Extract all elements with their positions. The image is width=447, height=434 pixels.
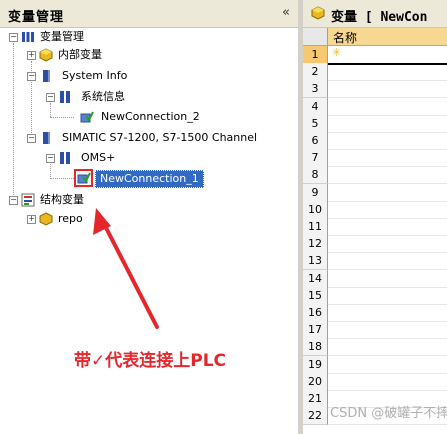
name-cell[interactable] <box>328 166 447 185</box>
tree-item-internal-variables[interactable]: + 内部变量 <box>0 46 298 64</box>
row-number[interactable]: 22 <box>303 407 328 426</box>
row-number[interactable]: 15 <box>303 286 328 305</box>
variable-group-icon <box>22 32 34 42</box>
struct-variables-icon <box>21 193 35 207</box>
tree-item-system-info[interactable]: − System Info <box>0 67 298 85</box>
name-cell[interactable] <box>328 132 447 150</box>
row-number[interactable]: 12 <box>303 235 328 254</box>
selected-item-label: NewConnection_1 <box>95 170 204 188</box>
name-cell[interactable] <box>328 270 447 288</box>
name-cell[interactable]: ✳ <box>328 46 447 65</box>
panel-title: 变量管理 <box>8 10 65 25</box>
table-title: 变量 [ NewCon <box>331 10 428 25</box>
internal-variables-icon <box>39 48 53 62</box>
row-number[interactable]: 4 <box>303 97 328 116</box>
tree-item-simatic-channel[interactable]: − SIMATIC S7-1200, S7-1500 Channel <box>0 129 298 147</box>
collapse-toggle-icon[interactable]: − <box>27 134 36 143</box>
row-number[interactable]: 17 <box>303 321 328 340</box>
tree-item-root[interactable]: − 变量管理 <box>0 28 298 46</box>
name-cell[interactable] <box>328 235 447 254</box>
tree-item-label: OMS+ <box>81 151 116 164</box>
row-number[interactable]: 16 <box>303 304 328 322</box>
row-number[interactable]: 9 <box>303 183 328 202</box>
name-cell[interactable] <box>328 201 447 219</box>
tree-item-newconnection-2[interactable]: NewConnection_2 <box>0 108 298 126</box>
connection-icon <box>80 111 94 123</box>
row-number[interactable]: 1 <box>303 46 328 64</box>
connection-group-icon <box>60 152 70 164</box>
watermark: CSDN @破罐子不摔 <box>330 406 447 421</box>
name-cell[interactable] <box>328 115 447 133</box>
name-cell[interactable] <box>328 356 447 374</box>
row-number[interactable]: 21 <box>303 390 328 408</box>
tree-item-label: 结构变量 <box>40 193 84 206</box>
tree-item-struct-variables[interactable]: − 结构变量 <box>0 191 298 209</box>
tree-item-label: System Info <box>62 69 128 82</box>
panel-header: 变量管理 « <box>0 0 298 28</box>
connected-icon <box>77 172 91 184</box>
new-row-icon: ✳ <box>332 46 342 59</box>
tree-item-label: 系统信息 <box>81 90 125 103</box>
name-cell[interactable] <box>328 98 447 116</box>
collapse-toggle-icon[interactable]: − <box>46 93 55 102</box>
name-cell[interactable] <box>328 287 447 305</box>
name-cell[interactable] <box>328 184 447 202</box>
column-header-row: 名称 <box>303 28 447 46</box>
row-number[interactable]: 11 <box>303 218 328 236</box>
collapse-toggle-icon[interactable]: − <box>9 196 18 205</box>
collapse-button[interactable]: « <box>282 5 290 20</box>
row-number[interactable]: 5 <box>303 114 328 133</box>
name-cell[interactable] <box>328 149 447 168</box>
collapse-toggle-icon[interactable]: − <box>9 33 18 42</box>
row-number[interactable]: 6 <box>303 132 328 150</box>
name-cell[interactable] <box>328 373 447 391</box>
name-cell[interactable] <box>328 304 447 322</box>
connection-group-icon <box>60 91 70 103</box>
tree-item-label: SIMATIC S7-1200, S7-1500 Channel <box>62 131 258 144</box>
tree-item-label: NewConnection_2 <box>101 110 200 123</box>
row-number[interactable]: 18 <box>303 338 328 357</box>
collapse-toggle-icon[interactable]: − <box>27 72 36 81</box>
name-cell[interactable] <box>328 252 447 271</box>
name-cell[interactable] <box>328 63 447 82</box>
row-number[interactable]: 8 <box>303 166 328 185</box>
tree-item-repo[interactable]: + repo <box>0 210 298 228</box>
struct-type-icon <box>39 212 53 226</box>
name-cell[interactable] <box>328 338 447 357</box>
row-number[interactable]: 2 <box>303 63 328 82</box>
collapse-toggle-icon[interactable]: − <box>46 154 55 163</box>
expand-toggle-icon[interactable]: + <box>27 215 36 224</box>
row-number[interactable]: 20 <box>303 372 328 391</box>
row-number[interactable]: 10 <box>303 200 328 219</box>
name-cell[interactable] <box>328 321 447 340</box>
tree-item-label: 内部变量 <box>58 48 102 61</box>
channel-icon <box>43 70 50 82</box>
expand-toggle-icon[interactable]: + <box>27 51 36 60</box>
channel-icon <box>43 132 50 144</box>
name-cell[interactable] <box>328 218 447 236</box>
corner-cell[interactable] <box>303 28 328 45</box>
tree-item-newconnection-1[interactable]: NewConnection_1 <box>0 169 298 188</box>
variable-management-panel: 变量管理 « − 变量管理 + 内部变量 − System Info − 系统信… <box>0 0 299 434</box>
annotation-text: 带✓代表连接上PLC <box>74 351 227 371</box>
column-header-name[interactable]: 名称 <box>333 29 357 46</box>
row-number[interactable]: 7 <box>303 149 328 168</box>
table-header-bar: 变量 [ NewCon <box>303 0 447 28</box>
tree-item-oms[interactable]: − OMS+ <box>0 149 298 167</box>
row-number[interactable]: 13 <box>303 252 328 271</box>
name-cell[interactable] <box>328 80 447 99</box>
variables-icon <box>311 6 325 20</box>
variable-table-panel: 变量 [ NewCon 名称 1 ✳ 2 3 4 5 6 7 8 9 10 11 12 13 14 15 16 1… <box>303 0 447 434</box>
tree-item-label: 变量管理 <box>40 30 84 43</box>
tree-item-label: repo <box>58 212 83 225</box>
row-number[interactable]: 19 <box>303 355 328 374</box>
row-number[interactable]: 14 <box>303 269 328 288</box>
row-number[interactable]: 3 <box>303 80 328 99</box>
tree-item-system-info-connection[interactable]: − 系统信息 <box>0 88 298 106</box>
